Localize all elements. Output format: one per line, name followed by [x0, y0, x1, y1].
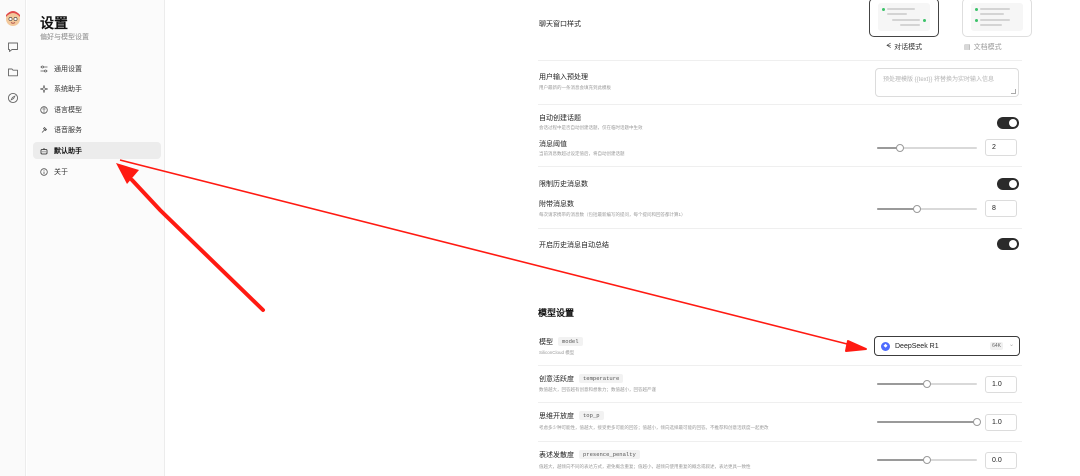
attached-count-title: 附带消息数	[539, 201, 574, 208]
slider-handle[interactable]	[923, 456, 931, 464]
sidebar-item-label: 语言模型	[54, 106, 82, 114]
model-title-label: 模型	[539, 339, 553, 346]
auto-summary-title: 开启历史消息自动总结	[539, 242, 609, 249]
msg-threshold-slider[interactable]	[877, 143, 977, 153]
attached-count-slider[interactable]	[877, 204, 977, 214]
model-title: 模型 model	[539, 337, 583, 347]
msg-threshold-desc: 当前消息数超过设定值后，将自动创建话题	[539, 151, 625, 156]
chat-style-card-chat[interactable]	[869, 0, 939, 37]
slider-handle[interactable]	[923, 380, 931, 388]
chat-style-option-label: 文档模式	[973, 44, 1002, 51]
sidebar-item-about[interactable]: 关于	[33, 163, 161, 180]
chat-bubble-icon: ᗕ	[886, 43, 892, 50]
sidebar-item-general[interactable]: 通用设置	[33, 60, 161, 77]
top-p-input[interactable]: 1.0	[985, 414, 1017, 431]
model-select[interactable]: ◆ DeepSeek R1 64K ⌄	[874, 336, 1020, 356]
top-p-title-label: 思维开放度	[539, 413, 574, 420]
divider	[538, 166, 1022, 167]
slider-handle[interactable]	[896, 144, 904, 152]
document-icon: ▤	[964, 44, 971, 51]
presence-penalty-slider[interactable]	[877, 455, 977, 465]
chat-style-card-doc[interactable]	[962, 0, 1032, 37]
sidebar-item-llm[interactable]: 语言模型	[33, 101, 161, 118]
sparkle-icon	[40, 84, 48, 93]
icon-rail	[0, 0, 26, 476]
presence-penalty-title-label: 表述发散度	[539, 452, 574, 459]
sidebar-item-system-agent[interactable]: 系统助手	[33, 80, 161, 97]
divider	[538, 228, 1022, 229]
brain-icon	[40, 105, 48, 114]
slider-handle[interactable]	[973, 418, 981, 426]
sidebar-item-label: 语音服务	[54, 126, 82, 134]
model-code: model	[558, 337, 583, 346]
presence-penalty-code: presence_penalty	[579, 450, 640, 459]
model-select-value: DeepSeek R1	[895, 342, 939, 350]
deepseek-logo-icon: ◆	[881, 341, 890, 351]
settings-main: 聊天窗口样式 ᗕ 对话模式 ▤ 文档模式 用户输入预处理 用户最新的一条消息会填…	[166, 0, 1080, 476]
settings-sidebar: 设置 偏好与模型设置 通用设置 系统助手 语言模型 语音服务 默认助手 关于	[27, 0, 165, 476]
temperature-desc: 数值越大，回答越有创意和想象力；数值越小，回答越严谨	[539, 387, 656, 392]
top-p-desc: 考虑多少种可能性，值越大，接受更多可能的回答；值越小，倾向选择最可能的回答。不推…	[539, 425, 769, 430]
sidebar-item-tts[interactable]: 语音服务	[33, 121, 161, 138]
info-icon	[40, 167, 48, 176]
temperature-title-label: 创意活跃度	[539, 376, 574, 383]
model-desc: SiliconCloud 模型	[539, 350, 575, 355]
limit-history-title: 限制历史消息数	[539, 181, 588, 188]
settings-title: 设置	[40, 15, 68, 31]
divider	[538, 104, 1022, 105]
chat-style-option-chat[interactable]: ᗕ 对话模式	[886, 42, 922, 52]
chat-icon[interactable]	[7, 41, 19, 53]
mic-icon	[40, 126, 48, 134]
folder-icon[interactable]	[7, 66, 19, 78]
model-section-title: 模型设置	[538, 308, 575, 318]
divider	[538, 402, 1022, 403]
resize-handle-icon[interactable]	[1011, 89, 1016, 94]
sliders-icon	[40, 65, 48, 73]
auto-topic-toggle[interactable]	[997, 117, 1019, 129]
presence-penalty-input[interactable]: 0.0	[985, 452, 1017, 469]
chat-style-title: 聊天窗口样式	[539, 21, 581, 28]
slider-handle[interactable]	[913, 205, 921, 213]
top-p-title: 思维开放度 top_p	[539, 411, 604, 421]
auto-topic-desc: 会话过程中是否自动创建话题，仅在临时话题中生效	[539, 125, 643, 130]
presence-penalty-title: 表述发散度 presence_penalty	[539, 450, 640, 460]
context-window-badge: 64K	[990, 342, 1003, 350]
temperature-input[interactable]: 1.0	[985, 376, 1017, 393]
temperature-title: 创意活跃度 temperature	[539, 374, 624, 384]
input-preprocess-desc: 用户最新的一条消息会填充到此模板	[539, 85, 611, 90]
temperature-slider[interactable]	[877, 379, 977, 389]
sidebar-item-default-agent[interactable]: 默认助手	[33, 142, 161, 159]
settings-subtitle: 偏好与模型设置	[40, 34, 89, 41]
presence-penalty-desc: 值越大，越倾向不同的表达方式，避免概念重复；值越小，越倾向使用重复的概念或叙述，…	[539, 464, 751, 469]
input-template-textarea[interactable]: 预处理模版 {{text}} 将替换为实时输入信息	[875, 68, 1019, 97]
auto-summary-toggle[interactable]	[997, 238, 1019, 250]
auto-topic-title: 自动创建话题	[539, 115, 581, 122]
divider	[538, 60, 1022, 61]
msg-threshold-input[interactable]: 2	[985, 139, 1017, 156]
attached-count-input[interactable]: 8	[985, 200, 1017, 217]
top-p-slider[interactable]	[877, 417, 981, 427]
chat-style-option-doc[interactable]: ▤ 文档模式	[964, 42, 1002, 52]
bot-icon	[40, 147, 48, 155]
top-p-code: top_p	[579, 411, 604, 420]
sidebar-item-label: 默认助手	[54, 147, 82, 155]
sidebar-item-label: 系统助手	[54, 85, 82, 93]
limit-history-toggle[interactable]	[997, 178, 1019, 190]
app-logo-icon[interactable]	[4, 9, 22, 27]
chat-style-option-label: 对话模式	[894, 44, 923, 51]
msg-threshold-title: 消息阈值	[539, 141, 567, 148]
input-preprocess-title: 用户输入预处理	[539, 74, 588, 81]
compass-icon[interactable]	[7, 92, 19, 104]
chevron-down-icon: ⌄	[1008, 342, 1014, 348]
sidebar-item-label: 关于	[54, 168, 68, 176]
divider	[538, 365, 1022, 366]
attached-count-desc: 每次请求携带的消息数（包括最新编写的提问，每个提问和回答都计算1）	[539, 212, 686, 217]
input-template-placeholder: 预处理模版 {{text}} 将替换为实时输入信息	[883, 77, 995, 83]
sidebar-item-label: 通用设置	[54, 65, 82, 73]
divider	[538, 441, 1022, 442]
temperature-code: temperature	[579, 374, 624, 383]
